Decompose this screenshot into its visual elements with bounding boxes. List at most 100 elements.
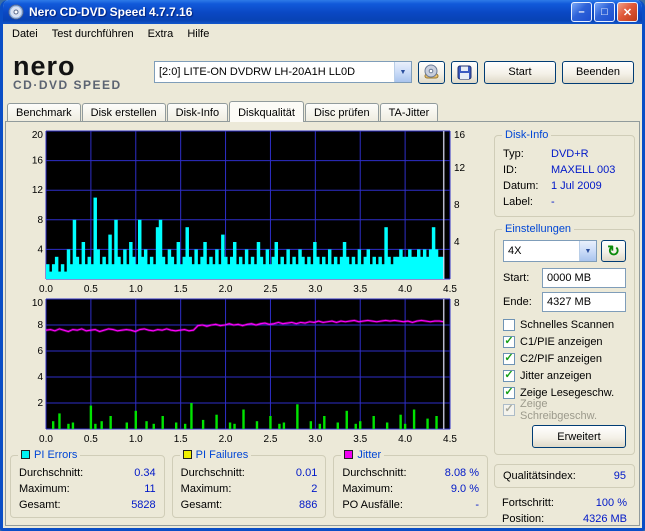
svg-text:4: 4 xyxy=(37,372,43,383)
info-label: Typ: xyxy=(503,148,524,160)
stat-label: Maximum: xyxy=(342,483,394,495)
menu-hilfe[interactable]: Hilfe xyxy=(180,26,216,42)
checkbox-row-0[interactable]: Schnelles Scannen xyxy=(503,316,626,333)
svg-text:3.0: 3.0 xyxy=(308,284,322,295)
quality-index-label: Qualitätsindex: xyxy=(503,470,576,482)
checkbox-label: Jitter anzeigen xyxy=(520,369,592,382)
tab-disc-pruefen[interactable]: Disc prüfen xyxy=(304,103,379,121)
titlebar[interactable]: Nero CD-DVD Speed 4.7.7.16 – □ ✕ xyxy=(3,0,642,24)
svg-text:2.5: 2.5 xyxy=(263,284,277,295)
svg-text:1.0: 1.0 xyxy=(129,284,143,295)
checkbox-box[interactable]: ✓ xyxy=(503,335,515,348)
checkbox-row-1[interactable]: ✓ C1/PIE anzeigen xyxy=(503,333,626,350)
svg-text:1.5: 1.5 xyxy=(174,284,188,295)
quality-index-value: 95 xyxy=(613,470,626,482)
jitter-title: Jitter xyxy=(357,449,382,461)
tab-disk-info[interactable]: Disk-Info xyxy=(166,103,229,121)
tab-diskqualitaet[interactable]: Diskqualität xyxy=(229,101,304,122)
checkbox-label: C2/PIF anzeigen xyxy=(520,352,602,365)
nero-logo-text: nero xyxy=(13,51,76,81)
checkbox-box[interactable]: ✓ xyxy=(503,352,515,365)
svg-text:1.5: 1.5 xyxy=(174,434,188,445)
end-input[interactable] xyxy=(542,292,626,312)
position-label: Position: xyxy=(502,513,545,523)
drive-select[interactable]: [2:0] LITE-ON DVDRW LH-20A1H LL0D ▼ xyxy=(154,61,412,83)
checkbox-box[interactable] xyxy=(503,318,515,331)
svg-text:4: 4 xyxy=(37,244,43,255)
menu-datei[interactable]: Datei xyxy=(5,26,45,42)
info-label: ID: xyxy=(503,164,518,176)
svg-text:4.5: 4.5 xyxy=(443,434,457,445)
load-disc-button[interactable] xyxy=(418,60,445,84)
progress-info: Fortschritt:100 % Position:4326 MB Gesch… xyxy=(494,488,635,523)
stat-value: 0.01 xyxy=(295,467,318,479)
svg-text:3.5: 3.5 xyxy=(353,284,367,295)
info-label: Label: xyxy=(503,196,533,208)
tab-ta-jitter[interactable]: TA-Jitter xyxy=(379,103,439,121)
svg-text:12: 12 xyxy=(454,163,466,174)
tab-strip: Benchmark Disk erstellen Disk-Info Diskq… xyxy=(3,100,642,122)
info-label: Datum: xyxy=(503,180,539,192)
checkbox-row-3[interactable]: ✓ Jitter anzeigen xyxy=(503,367,626,384)
svg-text:4.5: 4.5 xyxy=(443,284,457,295)
disc-in-hand-icon xyxy=(424,64,438,79)
minimize-button[interactable]: – xyxy=(571,2,592,22)
advanced-button[interactable]: Erweitert xyxy=(532,425,626,448)
save-button[interactable] xyxy=(451,60,478,84)
toolbar: nero CD·DVD SPEED [2:0] LITE-ON DVDRW LH… xyxy=(3,44,642,100)
menu-extra[interactable]: Extra xyxy=(141,26,181,42)
stat-value: 11 xyxy=(144,483,156,495)
start-button[interactable]: Start xyxy=(484,60,556,84)
checkbox-row-2[interactable]: ✓ C2/PIF anzeigen xyxy=(503,350,626,367)
stat-label: Durchschnitt: xyxy=(19,467,84,479)
speed-select[interactable]: 4X ▼ xyxy=(503,240,597,262)
disc-label-value: - xyxy=(551,196,555,208)
checkbox-label: C1/PIE anzeigen xyxy=(520,335,603,348)
progress-label: Fortschritt: xyxy=(502,497,554,509)
refresh-button[interactable]: ↻ xyxy=(601,240,626,262)
svg-text:2.5: 2.5 xyxy=(263,434,277,445)
jitter-panel: Jitter Durchschnitt: 8.08 % Maximum: 9.0 %… xyxy=(333,449,489,518)
quit-button[interactable]: Beenden xyxy=(562,60,634,84)
pi-errors-panel: PI Errors Durchschnitt: 0.34 Maximum: 11 G… xyxy=(10,449,165,518)
svg-text:2.0: 2.0 xyxy=(219,434,233,445)
tab-benchmark[interactable]: Benchmark xyxy=(7,103,81,121)
chevron-down-icon[interactable]: ▼ xyxy=(579,241,596,261)
svg-text:0.0: 0.0 xyxy=(39,284,53,295)
stat-value: 5828 xyxy=(131,499,156,511)
svg-text:3.0: 3.0 xyxy=(308,434,322,445)
checkbox-box[interactable]: ✓ xyxy=(503,386,515,399)
svg-text:4.0: 4.0 xyxy=(398,434,412,445)
app-window: Nero CD-DVD Speed 4.7.7.16 – □ ✕ Datei T… xyxy=(0,0,645,531)
menu-test-durchfuehren[interactable]: Test durchführen xyxy=(45,26,141,42)
svg-text:10: 10 xyxy=(32,298,44,309)
stat-label: Maximum: xyxy=(180,483,232,495)
pi-errors-color-swatch xyxy=(21,450,30,459)
checkbox-box: ✓ xyxy=(503,403,515,416)
svg-text:8: 8 xyxy=(454,298,460,309)
floppy-disk-icon xyxy=(457,65,472,79)
svg-text:3.5: 3.5 xyxy=(353,434,367,445)
quality-index-box: Qualitätsindex: 95 xyxy=(494,464,635,488)
chevron-down-icon[interactable]: ▼ xyxy=(394,62,411,82)
checkbox-box[interactable]: ✓ xyxy=(503,369,515,382)
close-button[interactable]: ✕ xyxy=(617,2,638,22)
stat-label: Durchschnitt: xyxy=(180,467,245,479)
stat-value: 9.0 % xyxy=(450,483,480,495)
svg-text:1.0: 1.0 xyxy=(129,434,143,445)
svg-text:4.0: 4.0 xyxy=(398,284,412,295)
diskqualitaet-page: 4 8 12 16 20 4 8 12 16 0.0 0.5 1.0 1.5 2.0 2.5 3.0 3.5 4.… xyxy=(5,121,640,526)
svg-text:20: 20 xyxy=(32,130,44,141)
start-input[interactable] xyxy=(542,268,626,288)
stat-label: Maximum: xyxy=(19,483,70,495)
pi-failures-color-swatch xyxy=(182,450,192,459)
stat-value: 2 xyxy=(311,483,318,495)
end-field-label: Ende: xyxy=(503,296,532,308)
stat-value: - xyxy=(475,499,480,511)
maximize-button[interactable]: □ xyxy=(594,2,615,22)
settings-title: Einstellungen xyxy=(502,223,575,235)
tab-disk-erstellen[interactable]: Disk erstellen xyxy=(81,103,166,121)
app-icon xyxy=(8,4,24,20)
stat-label: Gesamt: xyxy=(180,499,223,511)
pi-failures-title: PI Failures xyxy=(195,449,249,461)
